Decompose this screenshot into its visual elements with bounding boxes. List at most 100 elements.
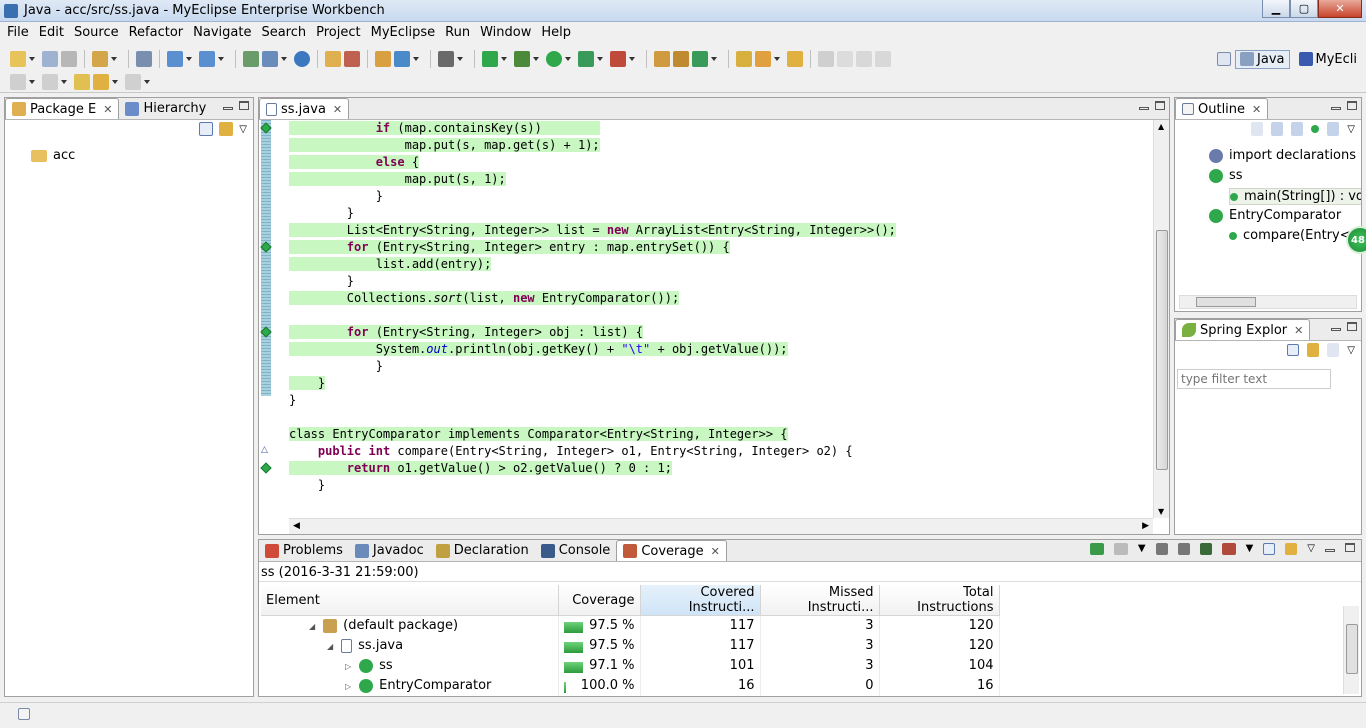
new-icon[interactable] xyxy=(10,51,26,67)
ant-icon[interactable] xyxy=(375,51,391,67)
open-type-icon[interactable] xyxy=(325,51,341,67)
outline-item[interactable]: main(String[]) : vo xyxy=(1229,188,1361,205)
code-line[interactable]: } xyxy=(289,358,1151,375)
view-menu-icon[interactable]: ▽ xyxy=(239,124,247,135)
deploy-icon[interactable] xyxy=(136,51,152,67)
tab-console[interactable]: Console xyxy=(535,540,617,561)
tab-spring-explorer[interactable]: Spring Explor ✕ xyxy=(1175,319,1311,340)
tab-javadoc[interactable]: Javadoc xyxy=(349,540,430,561)
hide-nonpublic-icon[interactable] xyxy=(1311,125,1320,133)
tab-declaration[interactable]: Declaration xyxy=(430,540,535,561)
editor-body[interactable]: △ if (map.containsKey(s)) map.put(s, map… xyxy=(259,120,1169,534)
column-header[interactable]: Covered Instructi... xyxy=(640,585,761,616)
scroll-down-icon[interactable]: ▼ xyxy=(1158,507,1164,516)
outline-item[interactable]: import declarations xyxy=(1209,148,1356,163)
last-edit-icon[interactable] xyxy=(74,74,90,90)
code-line[interactable]: map.put(s, 1); xyxy=(289,171,1151,188)
outline-item[interactable]: EntryComparator xyxy=(1209,208,1341,223)
code-line[interactable]: } xyxy=(289,188,1151,205)
relaunch-icon[interactable] xyxy=(1089,543,1104,555)
minimize-view-button[interactable] xyxy=(223,107,233,110)
folder-icon[interactable] xyxy=(787,51,803,67)
expanded-arrow-icon[interactable]: ◢ xyxy=(309,622,315,631)
horizontal-scrollbar[interactable]: ◀ ▶ xyxy=(289,518,1153,534)
link-editor-icon[interactable] xyxy=(219,122,234,136)
print-icon[interactable] xyxy=(61,51,77,67)
code-line[interactable]: } xyxy=(289,392,1151,409)
column-header[interactable]: Element xyxy=(261,585,559,616)
close-tab-icon[interactable]: ✕ xyxy=(711,545,720,558)
menu-item[interactable]: Refactor xyxy=(124,25,189,40)
fast-view-icon[interactable] xyxy=(18,708,30,720)
link-editor-icon[interactable] xyxy=(1285,543,1298,555)
code-line[interactable]: return o1.getValue() > o2.getValue() ? 0… xyxy=(289,460,1151,477)
scrollbar-thumb[interactable] xyxy=(1156,230,1168,470)
close-button[interactable]: ✕ xyxy=(1318,0,1362,18)
code-line[interactable] xyxy=(289,307,1151,324)
remove-session-icon[interactable] xyxy=(1155,543,1168,555)
code-line[interactable]: class EntryComparator implements Compara… xyxy=(289,426,1151,443)
outline-item[interactable]: compare(Entry< xyxy=(1229,228,1351,243)
menu-item[interactable]: Edit xyxy=(34,25,69,40)
column-header[interactable]: Coverage xyxy=(558,585,641,616)
code-line[interactable] xyxy=(289,409,1151,426)
code-line[interactable]: List<Entry<String, Integer>> list = new … xyxy=(289,222,1151,239)
menu-item[interactable]: File xyxy=(2,25,34,40)
filter-input[interactable] xyxy=(1177,369,1331,389)
hide-static-icon[interactable] xyxy=(1291,122,1304,136)
view-menu-icon[interactable]: ▽ xyxy=(1307,543,1315,555)
merge-icon[interactable] xyxy=(1199,543,1212,555)
block-icon[interactable] xyxy=(856,51,872,67)
collapse-all-icon[interactable] xyxy=(1287,344,1300,356)
view-menu-icon[interactable]: ▽ xyxy=(1347,124,1355,135)
forward-icon[interactable] xyxy=(125,74,141,90)
outline-item[interactable]: ss xyxy=(1209,168,1243,183)
menu-item[interactable]: Run xyxy=(440,25,475,40)
open-folder-icon[interactable] xyxy=(736,51,752,67)
dump-icon[interactable] xyxy=(1221,543,1236,555)
save-icon[interactable] xyxy=(42,51,58,67)
minimize-view-button[interactable] xyxy=(1325,549,1335,552)
next-annotation-icon[interactable] xyxy=(10,74,26,90)
scroll-left-icon[interactable]: ◀ xyxy=(293,521,300,531)
table-vscroll[interactable] xyxy=(1343,606,1359,694)
menu-item[interactable]: Navigate xyxy=(188,25,256,40)
menu-item[interactable]: Source xyxy=(69,25,124,40)
debug-icon[interactable] xyxy=(514,51,530,67)
perspective-myecli[interactable]: MyEcli xyxy=(1294,50,1363,69)
minimize-view-button[interactable] xyxy=(1331,107,1341,110)
perspective-java[interactable]: Java xyxy=(1235,49,1290,69)
minimize-view-button[interactable] xyxy=(1331,328,1341,331)
hide-local-types-icon[interactable] xyxy=(1327,122,1340,136)
collapse-all-icon[interactable] xyxy=(1263,543,1276,555)
open-perspective-icon[interactable] xyxy=(1217,52,1232,66)
close-tab-icon[interactable]: ✕ xyxy=(1294,324,1303,337)
code-line[interactable]: } xyxy=(289,273,1151,290)
code-line[interactable]: System.out.println(obj.getKey() + "\t" +… xyxy=(289,341,1151,358)
sessions-icon[interactable] xyxy=(1113,543,1128,555)
table-row[interactable]: ▷ EntryComparator 100.0 % 16 0 16 xyxy=(261,675,1000,696)
maximize-view-button[interactable] xyxy=(239,101,249,110)
maximize-view-button[interactable] xyxy=(1345,543,1355,552)
code-line[interactable]: list.add(entry); xyxy=(289,256,1151,273)
code-line[interactable]: for (Entry<String, Integer> entry : map.… xyxy=(289,239,1151,256)
server-icon[interactable] xyxy=(243,51,259,67)
search-file-icon[interactable] xyxy=(199,51,215,67)
code-line[interactable]: public int compare(Entry<String, Integer… xyxy=(289,443,1151,460)
outline-hscroll[interactable] xyxy=(1179,295,1357,309)
code-line[interactable]: } xyxy=(289,477,1151,494)
pencil-icon[interactable] xyxy=(755,51,771,67)
column-header[interactable]: Total Instructions xyxy=(879,585,1000,616)
menu-item[interactable]: Project xyxy=(311,25,365,40)
tab-ss-java[interactable]: ss.java ✕ xyxy=(259,98,350,119)
coverage-run-icon[interactable] xyxy=(482,51,498,67)
expanded-arrow-icon[interactable]: ◢ xyxy=(327,642,333,651)
scroll-right-icon[interactable]: ▶ xyxy=(1142,521,1149,531)
code-line[interactable]: } xyxy=(289,375,1151,392)
back-icon[interactable] xyxy=(93,74,109,90)
maximize-view-button[interactable] xyxy=(1347,101,1357,110)
menu-item[interactable]: Help xyxy=(536,25,576,40)
minimize-view-button[interactable] xyxy=(1139,107,1149,110)
tree-item-acc[interactable]: acc xyxy=(31,148,75,163)
minimize-button[interactable]: ▁ xyxy=(1262,0,1290,18)
